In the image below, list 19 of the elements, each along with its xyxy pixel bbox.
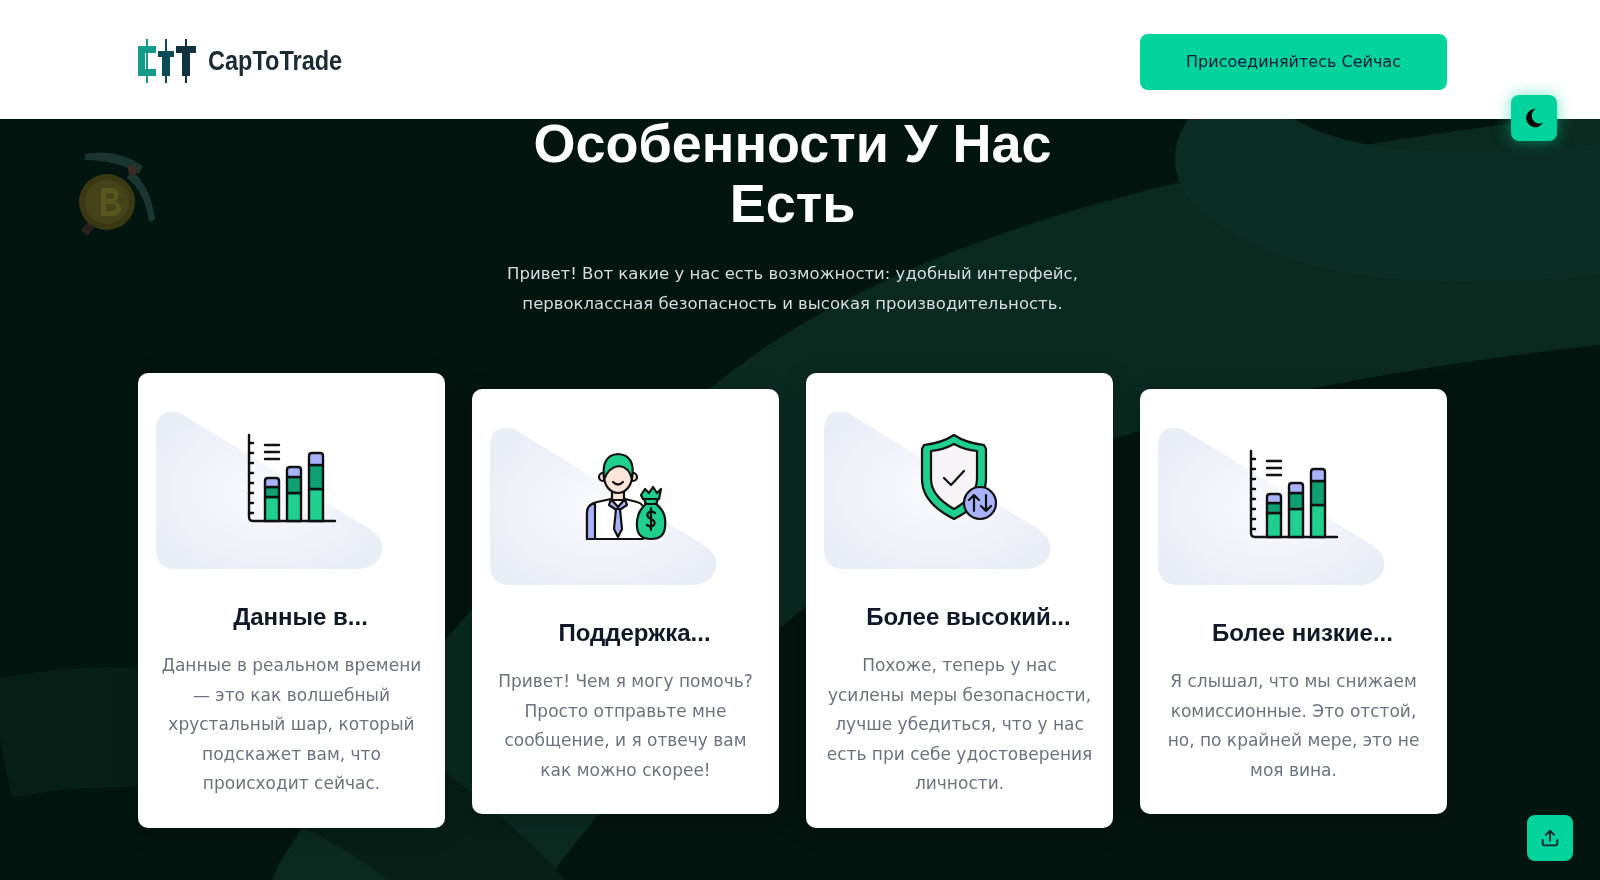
- feature-description: Я слышал, что мы снижаем комиссионные. Это отстой, но, по крайней мере, это не моя вина.: [1166, 670, 1421, 782]
- moon-icon: [1523, 107, 1545, 129]
- bar-chart-icon: [245, 433, 337, 525]
- feature-description: Похоже, теперь у нас усилены меры безопасности, лучше убедиться, что у нас есть при себе удостоверения личности.: [825, 654, 1094, 796]
- feature-title: Данные в...: [232, 602, 369, 632]
- feature-title: Более низкие...: [1211, 618, 1394, 648]
- dark-mode-button[interactable]: [1511, 95, 1557, 141]
- logo-text[interactable]: CapToTrade: [208, 43, 343, 78]
- feature-description: Привет! Чем я могу помочь? Просто отправьте мне сообщение, и я отвечу вам как можно скорее!: [497, 670, 754, 782]
- logo-mark-icon[interactable]: [138, 38, 196, 83]
- section-subtitle: Привет! Вот какие у нас есть возможности: удобный интерфейс, первоклассная безопасность и высокая производительность.: [506, 263, 1079, 315]
- join-button[interactable]: Присоединяйтесь Сейчас: [1140, 34, 1447, 90]
- feature-description: Данные в реальном времени — это как волшебный хрустальный шар, который подскажет вам, что происходит сейчас.: [160, 654, 423, 796]
- bar-chart-icon: [1247, 449, 1339, 541]
- section-title: Особенности У Нас Есть: [532, 113, 1053, 233]
- feature-title: Более высокий...: [865, 602, 1072, 632]
- feature-title: Поддержка...: [557, 618, 712, 648]
- scroll-to-top-button[interactable]: [1527, 815, 1573, 861]
- upload-icon: [1539, 827, 1561, 849]
